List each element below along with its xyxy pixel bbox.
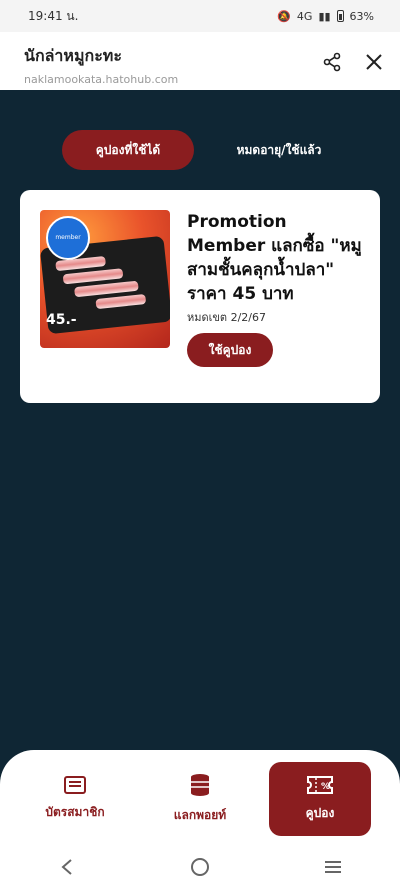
coupon-expiry: หมดเขต 2/2/67 — [187, 311, 266, 324]
status-bar: 19:41 น. 🔕 4G ▮▮ 63% — [0, 0, 400, 32]
bottom-nav: บัตรสมาชิก แลกพอยท์ % คูปอง — [0, 750, 400, 845]
nav-label: แลกพอยท์ — [173, 808, 227, 822]
tab-available[interactable]: คูปองที่ใช้ได้ — [62, 130, 194, 170]
member-badge: member — [46, 216, 90, 260]
page-url: naklamookata.hatohub.com — [24, 73, 179, 86]
coupon-title: Promotion Member แลกซื้อ "หมูสามชั้นคลุก… — [187, 212, 362, 304]
home-icon[interactable] — [180, 853, 220, 881]
signal-icon: ▮▮ — [318, 9, 331, 23]
status-time: 19:41 น. — [28, 8, 79, 23]
network-label: 4G — [296, 9, 313, 23]
status-icons: 🔕 4G ▮▮ 63% — [277, 10, 374, 23]
battery-level: 63% — [349, 9, 374, 23]
mute-icon: 🔕 — [277, 9, 291, 23]
nav-label: คูปอง — [305, 806, 335, 820]
tab-expired-used[interactable]: หมดอายุ/ใช้แล้ว — [214, 130, 344, 170]
battery-icon — [336, 10, 344, 22]
app-header: นักล่าหมูกะทะ naklamookata.hatohub.com — [0, 32, 400, 90]
coupon-image: member 45.- — [40, 210, 170, 348]
coupon-icon: % — [306, 775, 334, 798]
system-nav-bar — [0, 845, 400, 889]
nav-coupon[interactable]: % คูปอง — [269, 762, 371, 836]
coupon-tabs: คูปองที่ใช้ได้ หมดอายุ/ใช้แล้ว — [62, 130, 352, 170]
back-icon[interactable] — [47, 853, 87, 881]
nav-member-card[interactable]: บัตรสมาชิก — [24, 762, 126, 836]
recent-apps-icon[interactable] — [313, 853, 353, 881]
member-card-icon — [64, 776, 86, 797]
close-icon[interactable] — [362, 50, 386, 74]
nav-label: บัตรสมาชิก — [45, 805, 105, 819]
share-icon[interactable] — [320, 50, 344, 74]
coins-icon — [189, 773, 211, 800]
nav-redeem-points[interactable]: แลกพอยท์ — [149, 762, 251, 836]
use-coupon-button[interactable]: ใช้คูปอง — [187, 333, 273, 367]
coupon-price: 45.- — [46, 312, 77, 328]
svg-text:%: % — [321, 782, 330, 792]
coupon-card[interactable]: member 45.- Promotion Member แลกซื้อ "หม… — [20, 190, 380, 403]
